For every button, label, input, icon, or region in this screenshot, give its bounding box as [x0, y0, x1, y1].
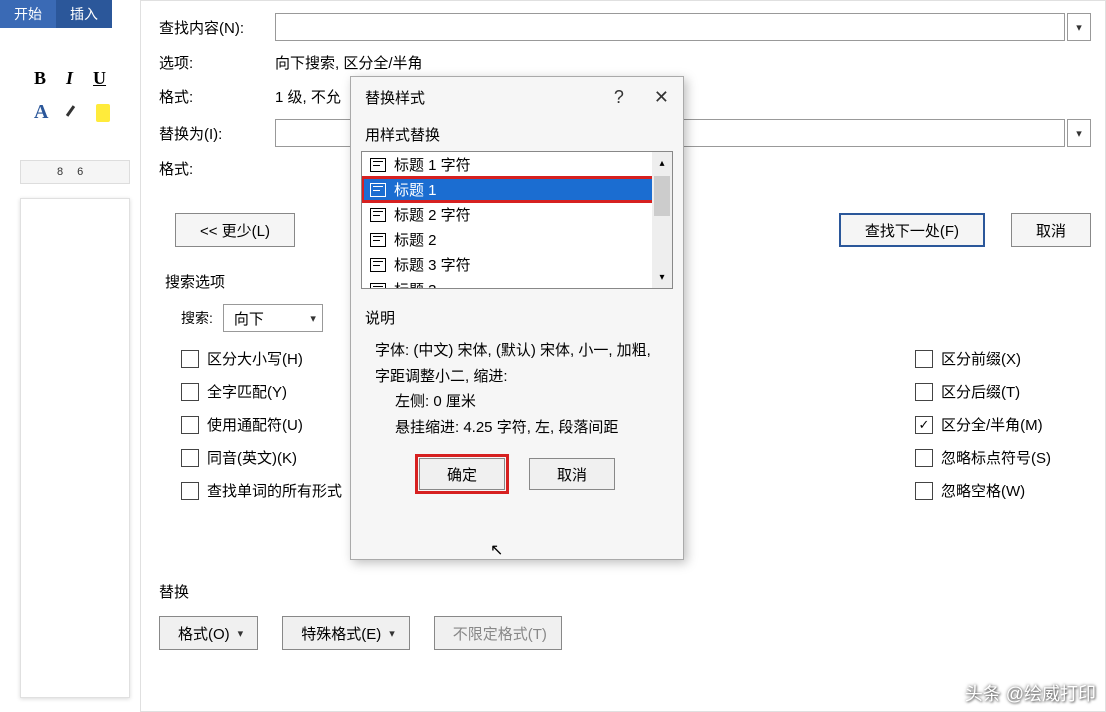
style-item[interactable]: 标题 3 字符	[362, 252, 672, 277]
ribbon-tab-insert[interactable]: 插入	[56, 0, 112, 28]
format-value: 1 级, 不允	[275, 86, 341, 107]
watermark: 头条 @绘威打印	[965, 680, 1096, 706]
check-match-case[interactable]	[181, 350, 199, 368]
format-dropdown-button[interactable]: 格式(O)▾	[159, 616, 258, 650]
style-item[interactable]: 标题 1 字符	[362, 152, 672, 177]
find-label: 查找内容(N):	[159, 17, 275, 38]
style-icon	[370, 258, 386, 272]
options-value: 向下搜索, 区分全/半角	[275, 52, 423, 73]
check-ignore-punct[interactable]	[915, 449, 933, 467]
description-text: 字体: (中文) 宋体, (默认) 宋体, 小一, 加粗, 字距调整小二, 缩进…	[351, 334, 683, 440]
check-wildcards[interactable]	[181, 416, 199, 434]
style-list[interactable]: 标题 1 字符 标题 1 标题 2 字符 标题 2 标题 3 字符 标题 3 ▴…	[361, 151, 673, 289]
style-item[interactable]: 标题 2 字符	[362, 202, 672, 227]
help-button[interactable]: ?	[614, 87, 624, 108]
style-icon	[370, 283, 386, 290]
ribbon: 开始 插入 B I U A	[0, 0, 140, 160]
cancel-button[interactable]: 取消	[1011, 213, 1091, 247]
style-icon	[370, 208, 386, 222]
style-item-selected[interactable]: 标题 1	[362, 177, 672, 202]
check-whole-word[interactable]	[181, 383, 199, 401]
highlight-button[interactable]	[96, 104, 110, 122]
underline-button[interactable]: U	[93, 68, 106, 89]
no-format-button[interactable]: 不限定格式(T)	[434, 616, 562, 650]
format-label-2: 格式:	[159, 158, 275, 179]
chevron-down-icon: ▾	[1076, 21, 1082, 34]
find-input[interactable]	[275, 13, 1065, 41]
replace-label: 替换为(I):	[159, 123, 275, 144]
chevron-down-icon: ▾	[310, 312, 316, 325]
check-label: 区分大小写(H)	[207, 348, 303, 369]
chevron-down-icon: ▾	[238, 627, 244, 640]
chevron-down-icon: ▾	[1076, 127, 1082, 140]
ruler: 86	[20, 160, 130, 184]
replace-style-dialog: 替换样式 ? ✕ 用样式替换 标题 1 字符 标题 1 标题 2 字符 标题 2…	[350, 76, 684, 560]
check-label: 区分后缀(T)	[941, 381, 1020, 402]
italic-button[interactable]: I	[66, 68, 73, 89]
find-dropdown[interactable]: ▾	[1067, 13, 1091, 41]
pen-icon[interactable]	[66, 103, 77, 123]
close-button[interactable]: ✕	[654, 87, 669, 108]
search-direction-select[interactable]: 向下▾	[223, 304, 323, 332]
replace-dropdown[interactable]: ▾	[1067, 119, 1091, 147]
replace-section-title: 替换	[159, 581, 1091, 602]
check-label: 查找单词的所有形式	[207, 480, 342, 501]
check-label: 同音(英文)(K)	[207, 447, 297, 468]
bold-button[interactable]: B	[34, 68, 46, 89]
scroll-down-icon[interactable]: ▾	[652, 266, 672, 288]
scroll-thumb[interactable]	[654, 176, 670, 216]
check-label: 忽略空格(W)	[941, 480, 1025, 501]
style-list-label: 用样式替换	[351, 116, 683, 151]
check-ignore-space[interactable]	[915, 482, 933, 500]
document-page	[20, 198, 130, 698]
check-all-forms[interactable]	[181, 482, 199, 500]
check-label: 全字匹配(Y)	[207, 381, 287, 402]
check-fullhalf[interactable]	[915, 416, 933, 434]
options-label: 选项:	[159, 52, 275, 73]
cancel-button-2[interactable]: 取消	[529, 458, 615, 490]
check-sounds-like[interactable]	[181, 449, 199, 467]
scrollbar[interactable]: ▴ ▾	[652, 152, 672, 288]
style-icon	[370, 158, 386, 172]
check-label: 区分全/半角(M)	[941, 414, 1043, 435]
scroll-up-icon[interactable]: ▴	[652, 152, 672, 174]
description-label: 说明	[351, 289, 683, 334]
special-format-button[interactable]: 特殊格式(E)▾	[282, 616, 410, 650]
style-item[interactable]: 标题 3	[362, 277, 672, 289]
style-item[interactable]: 标题 2	[362, 227, 672, 252]
style-icon	[370, 183, 386, 197]
format-label: 格式:	[159, 86, 275, 107]
search-dir-label: 搜索:	[181, 308, 213, 328]
check-label: 使用通配符(U)	[207, 414, 303, 435]
dialog-title: 替换样式	[365, 87, 425, 108]
find-next-button[interactable]: 查找下一处(F)	[839, 213, 985, 247]
check-prefix[interactable]	[915, 350, 933, 368]
check-suffix[interactable]	[915, 383, 933, 401]
style-icon	[370, 233, 386, 247]
ribbon-tab-start[interactable]: 开始	[0, 0, 56, 28]
less-button[interactable]: << 更少(L)	[175, 213, 295, 247]
check-label: 忽略标点符号(S)	[941, 447, 1051, 468]
chevron-down-icon: ▾	[389, 627, 395, 640]
check-label: 区分前缀(X)	[941, 348, 1021, 369]
font-color-button[interactable]: A	[34, 101, 48, 124]
ok-button[interactable]: 确定	[419, 458, 505, 490]
